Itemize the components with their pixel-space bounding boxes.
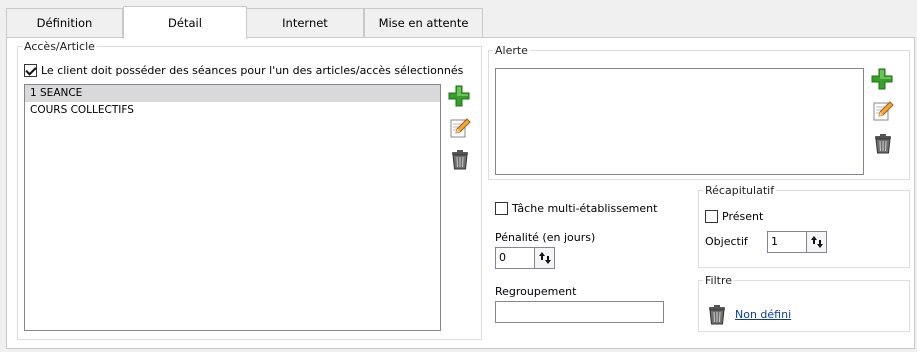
acces-required-label: Le client doit posséder des séances pour… [41,64,464,77]
recapitulatif-group: Récapitulatif [698,184,910,268]
acces-required-checkbox[interactable] [24,64,37,77]
trash-icon[interactable] [871,131,895,155]
penalite-stepper[interactable]: 0 [495,247,555,269]
tab-mise-en-attente[interactable]: Mise en attente [364,8,483,37]
present-label: Présent [722,210,764,223]
objectif-value[interactable]: 1 [767,231,807,253]
acces-required-checkbox-row[interactable]: Le client doit posséder des séances pour… [24,64,463,77]
tab-internet[interactable]: Internet [246,8,364,37]
present-checkbox-row[interactable]: Présent [705,210,763,223]
multi-etablissement-label: Tâche multi-établissement [512,202,658,215]
list-item[interactable]: COURS COLLECTIFS [25,102,440,119]
tab-label: Mise en attente [378,16,469,30]
tab-bar: Définition Détail Internet Mise en atten… [0,0,917,39]
add-icon[interactable] [870,67,894,91]
present-checkbox[interactable] [705,210,718,223]
recapitulatif-legend: Récapitulatif [705,184,775,197]
penalite-label: Pénalité (en jours) [495,231,596,244]
objectif-label: Objectif [705,235,748,248]
tab-label: Détail [168,16,202,30]
multi-etablissement-checkbox-row[interactable]: Tâche multi-établissement [495,202,657,215]
trash-icon[interactable] [448,147,472,171]
multi-etablissement-checkbox[interactable] [495,202,508,215]
filtre-legend: Filtre [705,274,733,287]
filtre-link[interactable]: Non défini [735,308,791,321]
acces-article-legend: Accès/Article [24,40,95,53]
penalite-value[interactable]: 0 [495,247,535,269]
spinner-arrows-icon[interactable] [535,247,555,269]
alerte-textarea[interactable] [495,68,864,175]
tab-detail[interactable]: Détail [123,6,247,39]
list-item[interactable]: 1 SEANCE [25,85,440,102]
alerte-legend: Alerte [495,44,528,57]
objectif-stepper[interactable]: 1 [767,231,827,253]
regroupement-field[interactable] [495,301,664,323]
edit-icon[interactable] [448,116,472,140]
acces-article-list[interactable]: 1 SEANCE COURS COLLECTIFS [24,84,441,331]
spinner-arrows-icon[interactable] [807,231,827,253]
tab-definition[interactable]: Définition [6,8,123,37]
detail-panel: Accès/Article Le client doit posséder de… [6,37,915,349]
tab-label: Définition [36,16,93,30]
add-icon[interactable] [447,84,471,108]
trash-icon[interactable] [705,302,729,326]
tab-label: Internet [282,16,328,30]
edit-icon[interactable] [871,99,895,123]
regroupement-label: Regroupement [495,285,577,298]
filtre-group: Filtre [698,274,910,332]
